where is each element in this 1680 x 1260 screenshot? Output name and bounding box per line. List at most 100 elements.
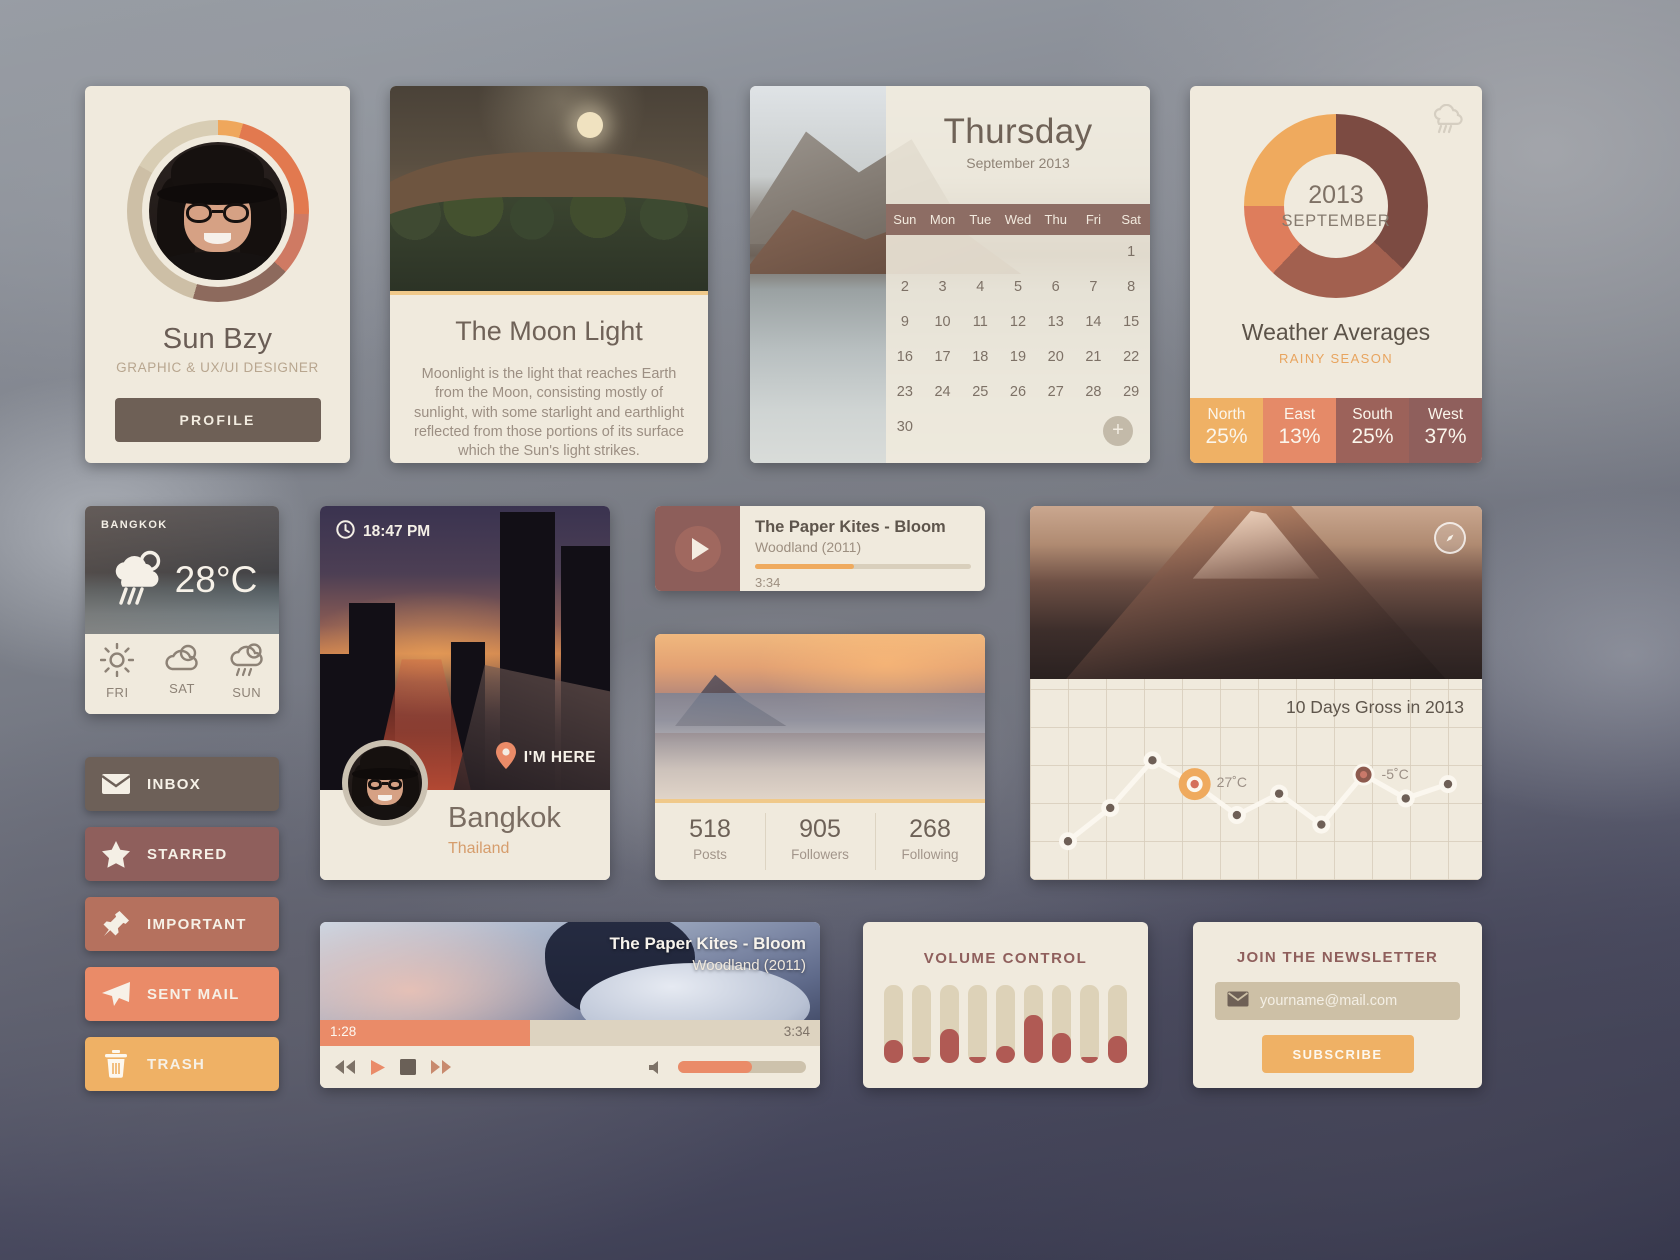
calendar-date-cell[interactable]: 29 bbox=[1112, 375, 1150, 410]
calendar-date-cell[interactable]: 25 bbox=[961, 375, 999, 410]
calendar-date-cell[interactable]: 12 bbox=[999, 305, 1037, 340]
calendar-date-cell[interactable]: 11 bbox=[961, 305, 999, 340]
calendar-date-cell[interactable]: 23 bbox=[886, 375, 924, 410]
volume-bar[interactable] bbox=[968, 985, 987, 1063]
calendar-date-cell[interactable]: 17 bbox=[924, 340, 962, 375]
media-controls bbox=[320, 1046, 820, 1088]
calendar-date-cell[interactable]: 20 bbox=[1037, 340, 1075, 375]
subscribe-button[interactable]: SUBSCRIBE bbox=[1261, 1035, 1414, 1073]
newsletter-field[interactable] bbox=[1215, 982, 1460, 1020]
compass-icon[interactable] bbox=[1434, 522, 1466, 554]
calendar-date-cell[interactable]: 9 bbox=[886, 305, 924, 340]
volume-bar-fill bbox=[884, 1039, 903, 1063]
calendar-dow-2: Tue bbox=[969, 212, 992, 227]
calendar-date-cell[interactable]: 1 bbox=[1112, 235, 1150, 270]
calendar-date-cell[interactable]: 8 bbox=[1112, 270, 1150, 305]
volume-bar[interactable] bbox=[1080, 985, 1099, 1063]
calendar-date-cell[interactable]: 16 bbox=[886, 340, 924, 375]
media-player-card: The Paper Kites - Bloom Woodland (2011) … bbox=[320, 922, 820, 1088]
im-here-badge[interactable]: I'M HERE bbox=[495, 742, 596, 774]
social-stat[interactable]: 905 Followers bbox=[765, 803, 875, 880]
region-value: 25% bbox=[1205, 425, 1248, 448]
calendar-date-cell[interactable]: 28 bbox=[1075, 375, 1113, 410]
calendar-date-cell[interactable]: 4 bbox=[961, 270, 999, 305]
calendar-date-cell[interactable]: 3 bbox=[924, 270, 962, 305]
volume-bar[interactable] bbox=[884, 985, 903, 1063]
calendar-date-cell[interactable]: 6 bbox=[1037, 270, 1075, 305]
media-progress-bar[interactable]: 1:28 3:34 bbox=[320, 1020, 820, 1046]
calendar-add-button[interactable]: + bbox=[1103, 416, 1133, 446]
volume-slider[interactable] bbox=[678, 1061, 806, 1073]
volume-bar[interactable] bbox=[1108, 985, 1127, 1063]
volume-bar-fill bbox=[1080, 1056, 1099, 1063]
weather-temperature: 28°C bbox=[174, 558, 258, 600]
weather-region-row: North 25% East 13% South 25% West 37% bbox=[1190, 398, 1482, 463]
calendar-date-cell[interactable]: 10 bbox=[924, 305, 962, 340]
mail-button-trash[interactable]: TRASH bbox=[85, 1037, 279, 1091]
calendar-date-cell[interactable]: 2 bbox=[886, 270, 924, 305]
weather-region-cell: South 25% bbox=[1336, 398, 1409, 463]
mail-label: TRASH bbox=[147, 1055, 206, 1073]
forward-button[interactable] bbox=[430, 1059, 452, 1075]
progress-bar[interactable] bbox=[755, 564, 971, 569]
email-field[interactable] bbox=[1260, 993, 1448, 1009]
clouds-photo: The Paper Kites - Bloom Woodland (2011) bbox=[320, 922, 820, 1020]
forecast-day[interactable]: FRI bbox=[85, 634, 150, 714]
calendar-date-cell[interactable]: 26 bbox=[999, 375, 1037, 410]
calendar-grid[interactable]: 1 2 3 4 5 6 7 8 9 10 11 12 13 14 15 16 17 18 19 20 21 22 23 24 2… bbox=[886, 235, 1150, 445]
calendar-date-cell[interactable]: 30 bbox=[886, 410, 924, 445]
calendar-date-cell[interactable]: 24 bbox=[924, 375, 962, 410]
volume-bar[interactable] bbox=[940, 985, 959, 1063]
social-stat[interactable]: 518 Posts bbox=[655, 803, 765, 880]
volume-icon[interactable] bbox=[649, 1060, 664, 1075]
mail-label: SENT MAIL bbox=[147, 985, 240, 1003]
forecast-day[interactable]: SAT bbox=[150, 634, 215, 714]
chart-plot-area: 10 Days Gross in 2013 27˚C -5˚C bbox=[1030, 679, 1482, 880]
calendar-date-cell[interactable]: 7 bbox=[1075, 270, 1113, 305]
mail-button-starred[interactable]: STARRED bbox=[85, 827, 279, 881]
volume-bar-fill bbox=[1052, 1033, 1071, 1063]
mail-label: IMPORTANT bbox=[147, 915, 247, 933]
calendar-date-cell[interactable]: 21 bbox=[1075, 340, 1113, 375]
play-button[interactable] bbox=[370, 1059, 386, 1076]
volume-control-title: VOLUME CONTROL bbox=[923, 950, 1088, 967]
volume-bar-fill bbox=[968, 1056, 987, 1063]
calendar-date-cell[interactable]: 22 bbox=[1112, 340, 1150, 375]
trash-icon bbox=[85, 1050, 147, 1078]
page-title: Sun Bzy bbox=[162, 323, 273, 355]
stop-button[interactable] bbox=[400, 1059, 416, 1075]
volume-bar[interactable] bbox=[1024, 985, 1043, 1063]
donut-year: 2013 bbox=[1308, 181, 1364, 209]
volume-bar-chart[interactable] bbox=[863, 985, 1148, 1063]
mail-label: INBOX bbox=[147, 775, 202, 793]
social-stat[interactable]: 268 Following bbox=[875, 803, 985, 880]
volume-bar[interactable] bbox=[912, 985, 931, 1063]
volume-bar[interactable] bbox=[1052, 985, 1071, 1063]
profile-button[interactable]: PROFILE bbox=[114, 398, 321, 442]
ui-kit-stage: Sun Bzy GRAPHIC & UX/UI DESIGNER PROFILE… bbox=[0, 0, 1680, 1260]
rewind-button[interactable] bbox=[334, 1059, 356, 1075]
track-album: Woodland (2011) bbox=[755, 539, 862, 555]
gross-chart-card: 10 Days Gross in 2013 27˚C -5˚C bbox=[1030, 506, 1482, 880]
calendar-date-cell[interactable]: 27 bbox=[1037, 375, 1075, 410]
calendar-date-cell[interactable]: 15 bbox=[1112, 305, 1150, 340]
play-button[interactable] bbox=[655, 506, 740, 591]
avatar[interactable] bbox=[342, 740, 428, 826]
mail-button-inbox[interactable]: INBOX bbox=[85, 757, 279, 811]
calendar-date-cell[interactable]: 13 bbox=[1037, 305, 1075, 340]
calendar-date-cell[interactable]: 5 bbox=[999, 270, 1037, 305]
calendar-date-cell[interactable]: 18 bbox=[961, 340, 999, 375]
moon-title: The Moon Light bbox=[455, 316, 643, 346]
city-time-display: 18:47 PM bbox=[336, 520, 430, 544]
volcano-photo bbox=[1030, 506, 1482, 679]
calendar-date-cell[interactable]: 14 bbox=[1075, 305, 1113, 340]
calendar-empty-cell bbox=[886, 235, 924, 270]
mail-button-sent[interactable]: SENT MAIL bbox=[85, 967, 279, 1021]
region-name: West bbox=[1427, 406, 1464, 423]
rain-cloud-icon bbox=[214, 643, 279, 682]
calendar-date-cell[interactable]: 19 bbox=[999, 340, 1037, 375]
forecast-day[interactable]: SUN bbox=[214, 634, 279, 714]
profile-progress-ring bbox=[126, 120, 309, 302]
volume-bar[interactable] bbox=[996, 985, 1015, 1063]
mail-button-important[interactable]: IMPORTANT bbox=[85, 897, 279, 951]
